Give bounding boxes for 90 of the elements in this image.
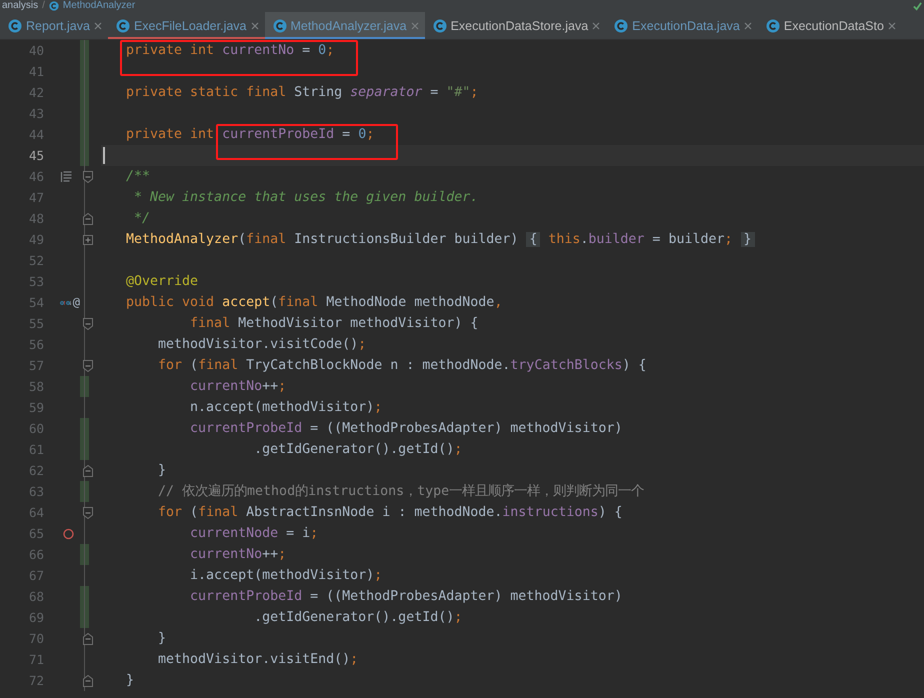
collapse-icon[interactable] <box>83 464 93 476</box>
breadcrumb-separator: / <box>42 0 45 12</box>
code-line: .getIdGenerator().getId(); <box>253 609 462 627</box>
line-number: 47 <box>28 189 45 207</box>
line-number: 68 <box>28 588 45 606</box>
collapse-icon[interactable] <box>83 318 93 330</box>
line-number: 59 <box>28 399 45 417</box>
editor-tab[interactable]: Report.java <box>0 12 108 39</box>
line-number: 62 <box>28 462 45 480</box>
code-line: currentNo++; <box>189 546 286 564</box>
editor-tab[interactable]: ExecutionData.java <box>606 12 758 39</box>
line-number: 40 <box>28 42 45 60</box>
code-line: currentNode = i; <box>189 525 318 543</box>
line-number: 52 <box>28 252 45 270</box>
line-number: 71 <box>28 651 45 669</box>
code-line: } <box>126 672 134 690</box>
line-number: 72 <box>28 672 45 690</box>
line-number: 42 <box>28 84 45 102</box>
code-line: /** <box>126 168 150 186</box>
breadcrumb-item[interactable]: analysis <box>2 0 38 12</box>
line-number: 66 <box>28 546 45 564</box>
breakpoint-icon[interactable] <box>62 528 75 540</box>
close-icon[interactable] <box>744 22 752 30</box>
code-line: methodVisitor.visitCode(); <box>157 336 366 354</box>
collapse-icon[interactable] <box>83 360 93 372</box>
code-line: } <box>157 462 166 480</box>
code-line: */ <box>133 210 150 228</box>
annotation-marker[interactable]: @ <box>72 292 80 313</box>
line-number: 54 <box>28 294 45 312</box>
line-number: 56 <box>28 336 45 354</box>
code-line: methodVisitor.visitEnd(); <box>157 651 358 669</box>
line-number: 41 <box>28 63 45 81</box>
code-line: private static final String separator = "#"; <box>126 84 478 102</box>
class-icon <box>766 19 780 33</box>
collapse-icon[interactable] <box>83 212 93 224</box>
editor-tab[interactable]: ExecutionDataSto <box>758 12 902 39</box>
line-number: 69 <box>28 609 45 627</box>
line-number: 49 <box>28 231 45 249</box>
line-number: 55 <box>28 315 45 333</box>
line-number: 58 <box>28 378 45 396</box>
line-number: 57 <box>28 357 45 375</box>
line-number: 44 <box>28 126 45 144</box>
code-line: } <box>157 630 166 648</box>
line-number: 46 <box>28 168 45 186</box>
line-number: 48 <box>28 210 45 228</box>
class-icon <box>272 19 287 33</box>
class-icon <box>432 19 447 33</box>
code-line: private int currentNo = 0; <box>126 42 334 60</box>
code-line: i.accept(methodVisitor); <box>189 567 382 585</box>
expand-icon[interactable] <box>83 234 93 246</box>
collapse-icon[interactable] <box>83 170 93 182</box>
line-number: 65 <box>28 525 45 543</box>
line-number: 67 <box>28 567 45 585</box>
code-line: MethodAnalyzer(final InstructionsBuilder builder) { this.builder = builder; } <box>126 229 755 250</box>
code-line: for (final AbstractInsnNode i : methodNode.instructions) { <box>157 504 622 522</box>
code-line: .getIdGenerator().getId(); <box>253 441 462 459</box>
code-line: currentNo++; <box>189 378 286 396</box>
line-number: 61 <box>28 441 45 459</box>
code-line: currentProbeId = ((MethodProbesAdapter) methodVisitor) <box>189 420 622 438</box>
code-line: * New instance that uses the given builder. <box>133 189 478 207</box>
lines-icon[interactable] <box>60 170 73 182</box>
line-number: 70 <box>28 630 45 648</box>
collapse-icon[interactable] <box>83 632 93 644</box>
breadcrumb-item[interactable]: MethodAnalyzer <box>62 0 136 12</box>
close-icon[interactable] <box>592 22 600 30</box>
code-line: // 依次遍历的method的instructions，type一样且顺序一样，则判断为同一个 <box>157 482 644 501</box>
close-icon[interactable] <box>888 22 896 30</box>
line-number: 63 <box>28 483 45 501</box>
class-icon <box>614 19 628 33</box>
code-line: @Override <box>126 273 198 291</box>
code-line: public void accept(final MethodNode methodNode, <box>126 294 502 312</box>
collapse-icon[interactable] <box>83 674 93 686</box>
code-line: currentProbeId = ((MethodProbesAdapter) methodVisitor) <box>189 588 622 606</box>
line-number: 53 <box>28 273 45 291</box>
line-number: 45 <box>28 147 45 165</box>
close-icon[interactable] <box>94 22 102 30</box>
code-line: n.accept(methodVisitor); <box>189 399 382 417</box>
editor-tab[interactable]: MethodAnalyzer.java <box>264 12 425 39</box>
code-line: final MethodVisitor methodVisitor) { <box>189 315 478 333</box>
class-icon <box>116 19 130 33</box>
line-number: 60 <box>28 420 45 438</box>
collapse-icon[interactable] <box>83 506 93 518</box>
editor-tab[interactable]: ExecutionDataStore.java <box>424 12 606 39</box>
check-icon <box>913 2 922 10</box>
code-line: private int currentProbeId = 0; <box>126 126 374 144</box>
close-icon[interactable] <box>250 22 259 30</box>
line-number: 64 <box>28 504 45 522</box>
code-line: for (final TryCatchBlockNode n : methodNode.tryCatchBlocks) { <box>157 357 646 375</box>
line-number: 43 <box>28 105 45 123</box>
class-icon <box>8 19 22 33</box>
